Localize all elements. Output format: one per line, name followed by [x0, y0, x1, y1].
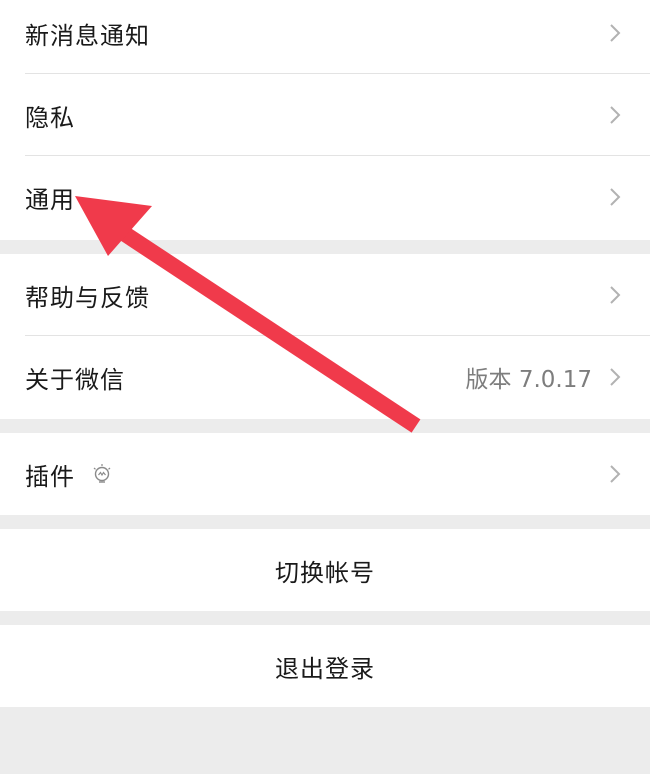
settings-item-label: 关于微信: [25, 365, 125, 394]
settings-item-general[interactable]: 通用: [0, 156, 650, 238]
chevron-right-icon: [610, 286, 621, 304]
settings-group-3: 插件: [0, 433, 650, 515]
settings-item-about[interactable]: 关于微信 版本 7.0.17: [0, 336, 650, 418]
settings-group-2: 帮助与反馈 关于微信 版本 7.0.17: [0, 254, 650, 419]
chevron-right-icon: [610, 188, 621, 206]
settings-item-privacy[interactable]: 隐私: [0, 74, 650, 156]
chevron-right-icon: [610, 106, 621, 124]
switch-account-group: 切换帐号: [0, 529, 650, 611]
settings-screen: 新消息通知 隐私 通用 帮助与反馈 关于微信 版本 7.0.17 插件 切换帐号…: [0, 0, 650, 774]
logout-label: 退出登录: [275, 654, 375, 683]
settings-item-label: 隐私: [25, 103, 75, 132]
version-value: 版本 7.0.17: [465, 367, 592, 393]
chevron-right-icon: [610, 24, 621, 42]
settings-item-label: 帮助与反馈: [25, 283, 150, 312]
plugin-lightbulb-icon: [93, 464, 111, 483]
settings-item-label: 新消息通知: [25, 21, 150, 50]
settings-item-notifications[interactable]: 新消息通知: [0, 0, 650, 74]
switch-account-button[interactable]: 切换帐号: [0, 529, 650, 611]
chevron-right-icon: [610, 465, 621, 483]
chevron-right-icon: [610, 368, 621, 386]
settings-item-label: 通用: [25, 185, 75, 214]
switch-account-label: 切换帐号: [275, 558, 375, 587]
settings-group-1: 新消息通知 隐私 通用: [0, 0, 650, 240]
logout-group: 退出登录: [0, 625, 650, 707]
logout-button[interactable]: 退出登录: [0, 625, 650, 707]
settings-item-plugins[interactable]: 插件: [0, 433, 650, 515]
settings-item-help-feedback[interactable]: 帮助与反馈: [0, 254, 650, 336]
settings-item-label: 插件: [25, 462, 75, 491]
